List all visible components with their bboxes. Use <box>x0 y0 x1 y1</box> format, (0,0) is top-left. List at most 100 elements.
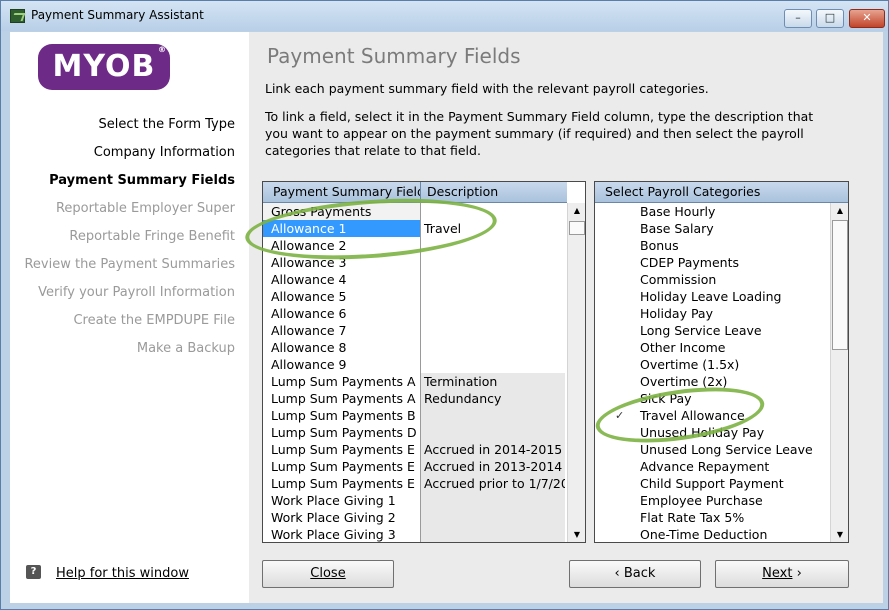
close-button[interactable]: Close <box>262 560 394 588</box>
field-cell[interactable]: Allowance 1 <box>263 220 421 237</box>
field-cell[interactable]: Allowance 8 <box>263 339 421 356</box>
description-cell[interactable] <box>421 203 565 220</box>
list-item[interactable]: One-Time Deduction <box>595 526 827 542</box>
list-item[interactable]: Unused Holiday Pay <box>595 424 827 441</box>
table-row[interactable]: Allowance 7 <box>263 322 567 339</box>
fields-scrollbar[interactable]: ▲ ▼ <box>567 203 585 542</box>
table-row[interactable]: Work Place Giving 3 <box>263 526 567 542</box>
scroll-down-icon[interactable]: ▼ <box>569 527 585 542</box>
field-cell[interactable]: Allowance 4 <box>263 271 421 288</box>
description-cell[interactable] <box>421 339 565 356</box>
table-row[interactable]: Gross Payments <box>263 203 567 220</box>
description-cell[interactable]: Accrued in 2013-2014 <box>421 458 565 475</box>
field-cell[interactable]: Lump Sum Payments D <box>263 424 421 441</box>
field-cell[interactable]: Allowance 5 <box>263 288 421 305</box>
description-column-header[interactable]: Description <box>421 182 567 203</box>
scroll-down-icon[interactable]: ▼ <box>832 527 848 542</box>
help-link[interactable]: Help for this window <box>56 566 189 581</box>
description-cell[interactable] <box>421 322 565 339</box>
table-row[interactable]: Allowance 2 <box>263 237 567 254</box>
description-cell[interactable] <box>421 424 565 441</box>
table-row[interactable]: Allowance 3 <box>263 254 567 271</box>
categories-scrollbar[interactable]: ▲ ▼ <box>830 203 848 542</box>
description-cell[interactable]: Redundancy <box>421 390 565 407</box>
list-item[interactable]: Bonus <box>595 237 827 254</box>
list-item[interactable]: ✓ Travel Allowance <box>595 407 827 424</box>
description-cell[interactable] <box>421 288 565 305</box>
description-cell[interactable] <box>421 254 565 271</box>
field-cell[interactable]: Allowance 3 <box>263 254 421 271</box>
field-cell[interactable]: Work Place Giving 3 <box>263 526 421 542</box>
description-cell[interactable] <box>421 526 565 542</box>
list-item[interactable]: Flat Rate Tax 5% <box>595 509 827 526</box>
field-cell[interactable]: Work Place Giving 1 <box>263 492 421 509</box>
list-item[interactable]: Sick Pay <box>595 390 827 407</box>
description-cell[interactable] <box>421 492 565 509</box>
description-cell[interactable] <box>421 509 565 526</box>
list-item[interactable]: Base Hourly <box>595 203 827 220</box>
table-row[interactable]: Lump Sum Payments D <box>263 424 567 441</box>
description-cell[interactable]: Accrued in 2014-2015 <box>421 441 565 458</box>
scroll-up-icon[interactable]: ▲ <box>832 203 848 219</box>
field-cell[interactable]: Lump Sum Payments E <box>263 458 421 475</box>
field-cell[interactable]: Allowance 6 <box>263 305 421 322</box>
description-cell[interactable] <box>421 407 565 424</box>
description-cell[interactable]: Accrued prior to 1/7/201 <box>421 475 565 492</box>
table-row[interactable]: Allowance 1 Travel <box>263 220 567 237</box>
list-item[interactable]: Child Support Payment <box>595 475 827 492</box>
field-cell[interactable]: Allowance 9 <box>263 356 421 373</box>
close-window-button[interactable]: ✕ <box>849 9 885 28</box>
category-label: Advance Repayment <box>640 459 770 474</box>
table-row[interactable]: Allowance 4 <box>263 271 567 288</box>
list-item[interactable]: Base Salary <box>595 220 827 237</box>
table-row[interactable]: Allowance 8 <box>263 339 567 356</box>
field-cell[interactable]: Lump Sum Payments B <box>263 407 421 424</box>
list-item[interactable]: Advance Repayment <box>595 458 827 475</box>
table-row[interactable]: Allowance 6 <box>263 305 567 322</box>
list-item[interactable]: Unused Long Service Leave <box>595 441 827 458</box>
description-cell[interactable]: Travel <box>421 220 565 237</box>
field-cell[interactable]: Work Place Giving 2 <box>263 509 421 526</box>
list-item[interactable]: Holiday Pay <box>595 305 827 322</box>
table-row[interactable]: Lump Sum Payments A Redundancy <box>263 390 567 407</box>
maximize-button[interactable]: □ <box>816 9 844 28</box>
list-item[interactable]: Overtime (1.5x) <box>595 356 827 373</box>
field-cell[interactable]: Lump Sum Payments E <box>263 475 421 492</box>
table-row[interactable]: Lump Sum Payments E Accrued in 2014-2015 <box>263 441 567 458</box>
minimize-button[interactable]: – <box>784 9 812 28</box>
scroll-thumb[interactable] <box>569 221 585 235</box>
list-item[interactable]: CDEP Payments <box>595 254 827 271</box>
scroll-up-icon[interactable]: ▲ <box>569 203 585 219</box>
list-item[interactable]: Other Income <box>595 339 827 356</box>
table-row[interactable]: Lump Sum Payments E Accrued in 2013-2014 <box>263 458 567 475</box>
field-column-header[interactable]: Payment Summary Field <box>263 182 421 203</box>
table-row[interactable]: Lump Sum Payments B <box>263 407 567 424</box>
table-row[interactable]: Work Place Giving 2 <box>263 509 567 526</box>
list-item[interactable]: Long Service Leave <box>595 322 827 339</box>
table-row[interactable]: Lump Sum Payments A Termination <box>263 373 567 390</box>
scroll-thumb[interactable] <box>832 220 848 350</box>
description-cell[interactable] <box>421 237 565 254</box>
list-item[interactable]: Commission <box>595 271 827 288</box>
field-cell[interactable]: Lump Sum Payments A <box>263 390 421 407</box>
field-cell[interactable]: Lump Sum Payments A <box>263 373 421 390</box>
step-item: Create the EMPDUPE File <box>73 313 235 328</box>
table-row[interactable]: Allowance 5 <box>263 288 567 305</box>
description-cell[interactable] <box>421 305 565 322</box>
list-item[interactable]: Employee Purchase <box>595 492 827 509</box>
title-bar[interactable]: Payment Summary Assistant – □ ✕ <box>1 1 888 31</box>
list-item[interactable]: Holiday Leave Loading <box>595 288 827 305</box>
description-cell[interactable]: Termination <box>421 373 565 390</box>
back-button[interactable]: ‹ Back <box>569 560 701 588</box>
next-button[interactable]: Next › <box>715 560 849 588</box>
field-cell[interactable]: Gross Payments <box>263 203 421 220</box>
table-row[interactable]: Lump Sum Payments E Accrued prior to 1/7/… <box>263 475 567 492</box>
description-cell[interactable] <box>421 356 565 373</box>
table-row[interactable]: Work Place Giving 1 <box>263 492 567 509</box>
list-item[interactable]: Overtime (2x) <box>595 373 827 390</box>
field-cell[interactable]: Lump Sum Payments E <box>263 441 421 458</box>
table-row[interactable]: Allowance 9 <box>263 356 567 373</box>
field-cell[interactable]: Allowance 2 <box>263 237 421 254</box>
field-cell[interactable]: Allowance 7 <box>263 322 421 339</box>
description-cell[interactable] <box>421 271 565 288</box>
